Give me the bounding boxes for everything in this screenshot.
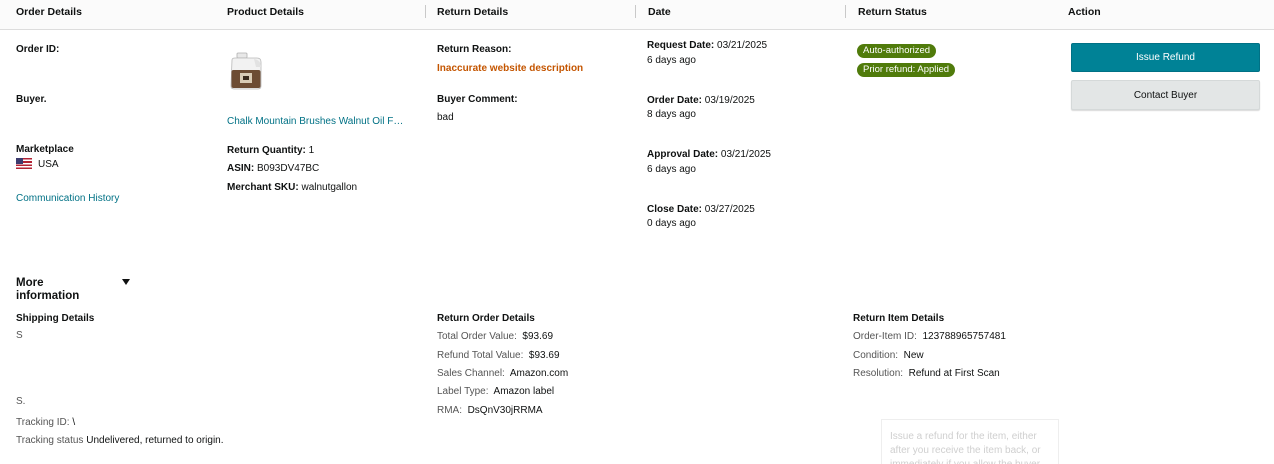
col-product-details: Product Details — [227, 6, 305, 18]
approval-date: Approval Date: 03/21/2025 — [647, 149, 771, 160]
close-date-ago: 0 days ago — [647, 218, 696, 229]
total-order-value-amount: $93.69 — [522, 331, 554, 342]
sales-channel-value: Amazon.com — [509, 368, 569, 379]
return-reason-value: Inaccurate website description — [437, 63, 584, 74]
asin: ASIN: B093DV47BC — [227, 163, 319, 174]
us-flag-icon — [16, 158, 32, 169]
approval-date-value: 03/21/2025 — [720, 149, 771, 160]
order-date-label: Order Date: — [647, 95, 703, 106]
tracking-id: Tracking ID: \ — [16, 417, 75, 428]
product-title-link[interactable]: Chalk Mountain Brushes Walnut Oil F… — [227, 116, 403, 127]
column-divider — [845, 5, 846, 18]
request-date-ago: 6 days ago — [647, 55, 696, 66]
order-date-ago: 8 days ago — [647, 109, 696, 120]
tracking-id-value: \ — [72, 417, 76, 428]
refund-total-value: Refund Total Value: $93.69 — [437, 350, 560, 361]
marketplace-value: USA — [16, 158, 59, 170]
label-type-value: Amazon label — [493, 386, 555, 397]
chevron-down-icon[interactable] — [122, 279, 130, 285]
rma-value: DsQnV30jRRMA — [467, 405, 543, 416]
tracking-status-label: Tracking status — [16, 435, 84, 446]
more-information-toggle[interactable]: More information — [16, 277, 96, 303]
approval-date-ago: 6 days ago — [647, 164, 696, 175]
rma: RMA: DsQnV30jRRMA — [437, 405, 543, 416]
status-badge-prior-refund: Prior refund: Applied — [857, 63, 956, 77]
close-date-value: 03/27/2025 — [704, 204, 755, 215]
total-order-value-label: Total Order Value: — [437, 331, 517, 342]
buyer-comment-label: Buyer Comment: — [437, 94, 518, 105]
condition-value: New — [903, 350, 924, 361]
status-badge-auto-authorized: Auto-authorized — [857, 44, 937, 58]
asin-value: B093DV47BC — [257, 163, 320, 174]
merchant-sku-label: Merchant SKU: — [227, 182, 299, 193]
jug-product-image[interactable] — [228, 52, 264, 90]
buyer-comment-value: bad — [437, 112, 454, 123]
label-type: Label Type: Amazon label — [437, 386, 554, 397]
tracking-status: Tracking status Undelivered, returned to… — [16, 435, 224, 446]
column-divider — [635, 5, 636, 18]
condition-label: Condition: — [853, 350, 899, 361]
request-date-value: 03/21/2025 — [717, 40, 768, 51]
column-divider — [425, 5, 426, 18]
return-quantity-value: 1 — [308, 145, 315, 156]
sales-channel-label: Sales Channel: — [437, 368, 505, 379]
issue-refund-tooltip: Issue a refund for the item, either afte… — [881, 419, 1059, 464]
refund-total-value-label: Refund Total Value: — [437, 350, 524, 361]
return-reason-label: Return Reason: — [437, 44, 512, 55]
tracking-id-label: Tracking ID: — [16, 417, 70, 428]
order-date-value: 03/19/2025 — [704, 95, 755, 106]
request-date-label: Request Date: — [647, 40, 715, 51]
return-order-details-title: Return Order Details — [437, 313, 535, 324]
col-action: Action — [1068, 6, 1101, 18]
col-return-details: Return Details — [437, 6, 509, 18]
communication-history-link[interactable]: Communication History — [16, 193, 119, 204]
close-date-label: Close Date: — [647, 204, 703, 215]
table-header: Order Details Product Details Return Det… — [0, 0, 1274, 30]
return-item-details-title: Return Item Details — [853, 313, 945, 324]
return-quantity: Return Quantity: 1 — [227, 145, 314, 156]
order-id-label: Order ID: — [16, 44, 60, 55]
refund-total-value-amount: $93.69 — [528, 350, 560, 361]
rma-label: RMA: — [437, 405, 462, 416]
order-item-id: Order-Item ID: 123788965757481 — [853, 331, 1006, 342]
close-date: Close Date: 03/27/2025 — [647, 204, 755, 215]
col-order-details: Order Details — [16, 6, 82, 18]
shipping-address-line: S — [16, 330, 23, 341]
order-item-id-value: 123788965757481 — [922, 331, 1006, 342]
sales-channel: Sales Channel: Amazon.com — [437, 368, 568, 379]
marketplace-label: Marketplace — [16, 144, 74, 155]
condition: Condition: New — [853, 350, 924, 361]
approval-date-label: Approval Date: — [647, 149, 719, 160]
col-date: Date — [648, 6, 671, 18]
label-type-label: Label Type: — [437, 386, 489, 397]
resolution: Resolution: Refund at First Scan — [853, 368, 1000, 379]
order-date: Order Date: 03/19/2025 — [647, 95, 755, 106]
merchant-sku: Merchant SKU: walnutgallon — [227, 182, 357, 193]
buyer-label: Buyer. — [16, 94, 47, 105]
marketplace-country: USA — [38, 159, 59, 170]
asin-label: ASIN: — [227, 163, 255, 174]
issue-refund-button[interactable]: Issue Refund — [1071, 43, 1260, 72]
contact-buyer-button[interactable]: Contact Buyer — [1071, 80, 1260, 110]
col-return-status: Return Status — [858, 6, 927, 18]
resolution-value: Refund at First Scan — [908, 368, 1000, 379]
merchant-sku-value: walnutgallon — [301, 182, 358, 193]
resolution-label: Resolution: — [853, 368, 904, 379]
tracking-status-value: Undelivered, returned to origin. — [86, 435, 224, 446]
return-quantity-label: Return Quantity: — [227, 145, 306, 156]
shipping-address-line: S. — [16, 396, 26, 407]
request-date: Request Date: 03/21/2025 — [647, 40, 767, 51]
shipping-details-title: Shipping Details — [16, 313, 95, 324]
total-order-value: Total Order Value: $93.69 — [437, 331, 553, 342]
order-item-id-label: Order-Item ID: — [853, 331, 917, 342]
